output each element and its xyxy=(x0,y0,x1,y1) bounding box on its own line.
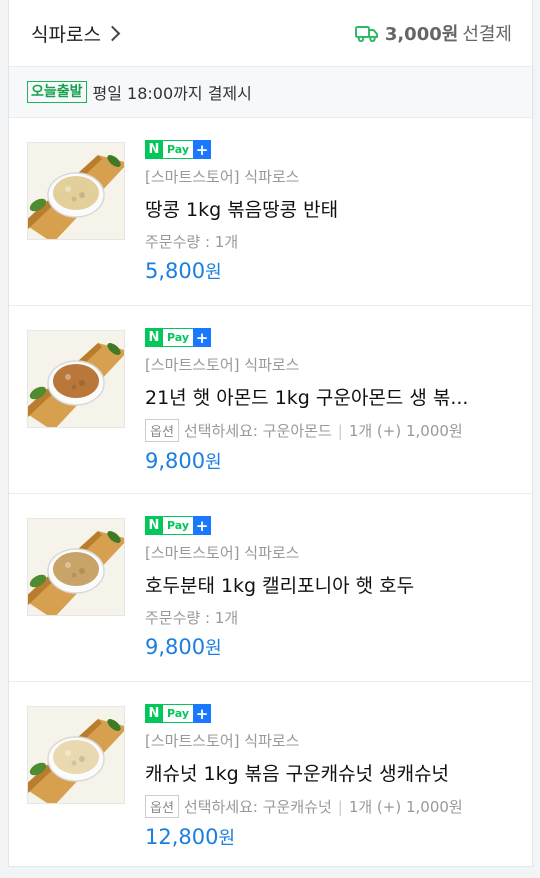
product-thumbnail[interactable] xyxy=(27,706,125,804)
dispatch-bar: 오늘출발 평일 18:00까지 결제시 xyxy=(9,67,532,118)
item-list: N Pay + [스마트스토어] 식파로스 땅콩 1kg 볶음땅콩 반태 주문수… xyxy=(9,118,532,869)
price-value: 12,800 xyxy=(145,825,219,849)
price-value: 9,800 xyxy=(145,635,206,659)
option-quantity: 1개 (+) 1,000원 xyxy=(348,798,463,816)
option-badge: 옵션 xyxy=(145,419,179,442)
npay-pay-text: Pay xyxy=(163,328,194,347)
price-unit: 원 xyxy=(218,828,236,849)
product-image xyxy=(28,519,124,615)
item-info: N Pay + [스마트스토어] 식파로스 땅콩 1kg 볶음땅콩 반태 주문수… xyxy=(145,140,520,284)
divider: | xyxy=(337,797,343,816)
store-link[interactable]: 식파로스 xyxy=(31,20,121,47)
item-price: 9,800원 xyxy=(145,448,520,474)
plus-icon: + xyxy=(193,140,212,159)
price-unit: 원 xyxy=(205,638,222,659)
order-quantity: 주문수량 : 1개 xyxy=(145,609,239,627)
store-name: 식파로스 xyxy=(31,23,101,46)
item-price: 9,800원 xyxy=(145,634,520,660)
order-card: 식파로스 3,000원 선결제 오늘출발 평일 18:00까지 결제시 N Pa… xyxy=(8,0,533,867)
plus-icon: + xyxy=(193,704,212,723)
dispatch-text: 평일 18:00까지 결제시 xyxy=(92,84,252,103)
today-dispatch-badge: 오늘출발 xyxy=(27,81,87,103)
item-info: N Pay + [스마트스토어] 식파로스 캐슈넛 1kg 볶음 구운캐슈넛 생… xyxy=(145,704,520,850)
product-image xyxy=(28,707,124,803)
product-image xyxy=(28,143,124,239)
npay-plus-badge: N Pay + xyxy=(145,704,520,723)
seller-name: [스마트스토어] 식파로스 xyxy=(145,168,300,186)
seller-name: [스마트스토어] 식파로스 xyxy=(145,732,300,750)
option-text: 선택하세요: 구운아몬드 xyxy=(183,422,332,440)
npay-pay-text: Pay xyxy=(163,140,194,159)
npay-plus-badge: N Pay + xyxy=(145,328,520,347)
order-item[interactable]: N Pay + [스마트스토어] 식파로스 호두분태 1kg 캘리포니아 햇 호… xyxy=(9,494,532,682)
item-info: N Pay + [스마트스토어] 식파로스 호두분태 1kg 캘리포니아 햇 호… xyxy=(145,516,520,660)
order-quantity: 주문수량 : 1개 xyxy=(145,233,239,251)
item-price: 12,800원 xyxy=(145,824,520,850)
npay-n-logo: N xyxy=(145,704,163,723)
plus-icon: + xyxy=(193,516,212,535)
option-quantity: 1개 (+) 1,000원 xyxy=(348,422,463,440)
divider: | xyxy=(337,421,343,440)
product-name[interactable]: 캐슈넛 1kg 볶음 구운캐슈넛 생캐슈넛 xyxy=(145,759,520,786)
npay-n-logo: N xyxy=(145,516,163,535)
shipping-info: 3,000원 선결제 xyxy=(354,20,512,46)
option-row: 옵션 선택하세요: 구운캐슈넛 | 1개 (+) 1,000원 xyxy=(145,795,520,818)
product-name[interactable]: 21년 햇 아몬드 1kg 구운아몬드 생 볶... xyxy=(145,383,520,410)
product-thumbnail[interactable] xyxy=(27,142,125,240)
seller-name: [스마트스토어] 식파로스 xyxy=(145,544,300,562)
shipping-label: 선결제 xyxy=(462,24,512,45)
npay-plus-badge: N Pay + xyxy=(145,140,520,159)
npay-pay-text: Pay xyxy=(163,704,194,723)
option-badge: 옵션 xyxy=(145,795,179,818)
product-image xyxy=(28,331,124,427)
seller-name: [스마트스토어] 식파로스 xyxy=(145,356,300,374)
npay-pay-text: Pay xyxy=(163,516,194,535)
price-value: 5,800 xyxy=(145,259,206,283)
order-item[interactable]: N Pay + [스마트스토어] 식파로스 21년 햇 아몬드 1kg 구운아몬… xyxy=(9,306,532,494)
plus-icon: + xyxy=(193,328,212,347)
option-text: 선택하세요: 구운캐슈넛 xyxy=(183,798,332,816)
order-item[interactable]: N Pay + [스마트스토어] 식파로스 땅콩 1kg 볶음땅콩 반태 주문수… xyxy=(9,118,532,306)
shipping-amount: 3,000원 xyxy=(384,24,459,45)
product-name[interactable]: 땅콩 1kg 볶음땅콩 반태 xyxy=(145,195,520,222)
price-unit: 원 xyxy=(205,452,222,473)
chevron-right-icon xyxy=(104,25,121,41)
store-header: 식파로스 3,000원 선결제 xyxy=(9,0,532,67)
truck-icon xyxy=(354,26,378,42)
price-unit: 원 xyxy=(205,262,222,283)
item-price: 5,800원 xyxy=(145,258,520,284)
option-row: 옵션 선택하세요: 구운아몬드 | 1개 (+) 1,000원 xyxy=(145,419,520,442)
npay-n-logo: N xyxy=(145,140,163,159)
price-value: 9,800 xyxy=(145,449,206,473)
product-name[interactable]: 호두분태 1kg 캘리포니아 햇 호두 xyxy=(145,571,520,598)
product-thumbnail[interactable] xyxy=(27,518,125,616)
product-thumbnail[interactable] xyxy=(27,330,125,428)
npay-n-logo: N xyxy=(145,328,163,347)
order-item[interactable]: N Pay + [스마트스토어] 식파로스 캐슈넛 1kg 볶음 구운캐슈넛 생… xyxy=(9,682,532,869)
npay-plus-badge: N Pay + xyxy=(145,516,520,535)
item-info: N Pay + [스마트스토어] 식파로스 21년 햇 아몬드 1kg 구운아몬… xyxy=(145,328,520,474)
